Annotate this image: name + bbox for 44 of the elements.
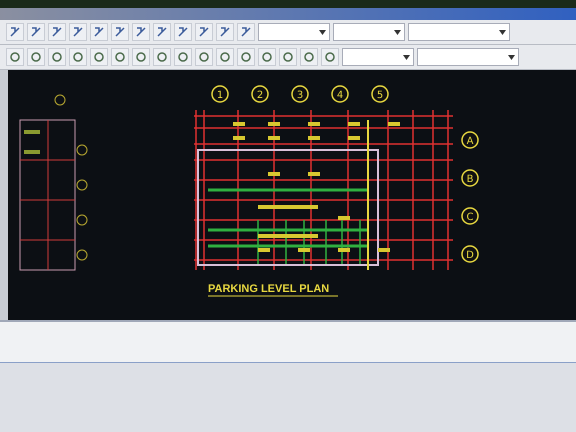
toolbar-icon[interactable] (6, 23, 24, 41)
caret-icon (403, 54, 410, 60)
toolbar-icon[interactable] (90, 23, 108, 41)
grid-bubble: 5 (371, 85, 389, 103)
toolbar-icon[interactable] (195, 48, 213, 66)
caret-icon (499, 30, 506, 34)
caret-icon (508, 54, 515, 60)
toolbar-icon[interactable] (153, 23, 171, 41)
toolbar-icon[interactable] (279, 48, 297, 66)
toolbar-icon[interactable] (258, 48, 276, 66)
grid-bubble: 3 (291, 85, 309, 103)
caret-icon (319, 30, 326, 34)
toolbar-icon[interactable] (300, 48, 318, 66)
toolbar-icon[interactable] (6, 48, 24, 66)
toolbar-icon[interactable] (237, 48, 255, 66)
toolbar-icon[interactable] (69, 48, 87, 66)
toolbar-icon[interactable] (321, 48, 339, 66)
grid-bubble: 2 (251, 85, 269, 103)
toolbar-icon[interactable] (48, 48, 66, 66)
grid-bubble: 4 (331, 85, 349, 103)
color-dropdown[interactable] (408, 23, 510, 41)
caret-icon (394, 30, 401, 34)
toolbar-icon[interactable] (111, 48, 129, 66)
grid-bubble: D (461, 245, 479, 263)
toolbar-icon[interactable] (153, 48, 171, 66)
toolbar-icon[interactable] (216, 48, 234, 66)
toolbar-icon[interactable] (111, 23, 129, 41)
toolbar-icon[interactable] (132, 23, 150, 41)
toolbar-icon[interactable] (195, 23, 213, 41)
grid-bubble: C (461, 207, 479, 225)
plan-title: PARKING LEVEL PLAN (208, 283, 330, 295)
toolbar-icon[interactable] (90, 48, 108, 66)
toolbar-icon[interactable] (174, 23, 192, 41)
toolbar-icon[interactable] (69, 23, 87, 41)
toolbar-icon[interactable] (27, 23, 45, 41)
grid-bubble: A (461, 131, 479, 149)
toolbar-icon[interactable] (132, 48, 150, 66)
toolbar-icon[interactable] (174, 48, 192, 66)
toolbar-icon[interactable] (237, 23, 255, 41)
toolbar-icon[interactable] (27, 48, 45, 66)
grid-bubble: B (461, 169, 479, 187)
toolbar-icon[interactable] (48, 23, 66, 41)
grid-bubble: 1 (211, 85, 229, 103)
toolbar-icon[interactable] (216, 23, 234, 41)
